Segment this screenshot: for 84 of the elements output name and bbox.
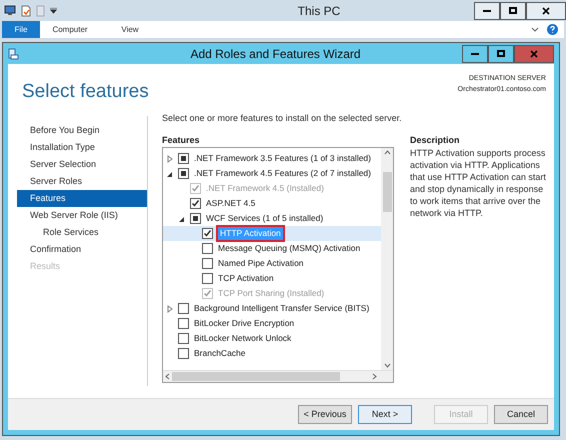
minimize-button[interactable]: [474, 2, 500, 20]
feature-label: BitLocker Drive Encryption: [194, 317, 294, 330]
ribbon-tab[interactable]: View: [100, 21, 160, 38]
checkbox[interactable]: [178, 303, 189, 314]
chevron-down-icon[interactable]: [531, 26, 539, 32]
feature-label: .NET Framework 4.5 Features (2 of 7 installed): [194, 167, 371, 180]
wizard-title: Add Roles and Features Wizard: [189, 46, 362, 62]
close-button[interactable]: [526, 2, 566, 20]
scroll-thumb[interactable]: [382, 172, 392, 212]
ribbon-tab[interactable]: File: [2, 21, 40, 38]
checkbox[interactable]: [190, 213, 201, 224]
feature-label: HTTP Activation: [218, 227, 283, 240]
feature-row[interactable]: Background Intelligent Transfer Service (BITS): [163, 301, 381, 316]
ribbon-tab[interactable]: Computer: [40, 21, 100, 38]
scroll-thumb[interactable]: [172, 372, 340, 381]
wizard-button[interactable]: Cancel: [494, 405, 548, 424]
help-icon[interactable]: [547, 24, 558, 35]
feature-label: ASP.NET 4.5: [206, 197, 256, 210]
wizard-step[interactable]: Before You Begin: [17, 122, 147, 139]
checkbox[interactable]: [178, 153, 189, 164]
wizard-step[interactable]: Features: [17, 190, 147, 207]
checkbox[interactable]: [190, 198, 201, 209]
scroll-down-icon[interactable]: [384, 363, 390, 368]
feature-label: .NET Framework 4.5 (Installed): [206, 182, 324, 195]
feature-label: Named Pipe Activation: [218, 257, 304, 270]
wizard-step[interactable]: Server Selection: [17, 156, 147, 173]
expand-arrow-icon[interactable]: [167, 304, 173, 312]
feature-row[interactable]: Message Queuing (MSMQ) Activation: [163, 241, 381, 256]
collapse-arrow-icon[interactable]: [179, 214, 185, 222]
checkbox[interactable]: [178, 318, 189, 329]
checkbox[interactable]: [202, 243, 213, 254]
feature-row[interactable]: BitLocker Drive Encryption: [163, 316, 381, 331]
scroll-left-icon[interactable]: [165, 373, 170, 380]
expand-arrow-icon[interactable]: [167, 154, 173, 162]
description-label: Description: [410, 134, 461, 147]
feature-label: Background Intelligent Transfer Service (BITS): [194, 302, 370, 315]
computer-icon[interactable]: [4, 5, 16, 16]
close-icon: [530, 50, 538, 58]
wizard-step[interactable]: Role Services: [17, 224, 147, 241]
feature-row[interactable]: ASP.NET 4.5: [163, 196, 381, 211]
wizard-button[interactable]: < Previous: [298, 405, 352, 424]
server-icon: [8, 48, 19, 60]
dropdown-icon[interactable]: [50, 8, 57, 14]
close-button[interactable]: [514, 44, 554, 62]
scroll-right-icon[interactable]: [372, 373, 377, 380]
window-title: This PC: [296, 2, 342, 20]
feature-row[interactable]: BitLocker Network Unlock: [163, 331, 381, 346]
checkbox[interactable]: [202, 258, 213, 269]
page-title: Select features: [21, 80, 147, 104]
feature-label: BitLocker Network Unlock: [194, 332, 292, 345]
feature-row[interactable]: BranchCache: [163, 346, 381, 361]
minimize-button[interactable]: [462, 44, 488, 62]
checkbox[interactable]: [178, 333, 189, 344]
feature-label: .NET Framework 3.5 Features (1 of 3 installed): [194, 152, 371, 165]
wizard-step[interactable]: Installation Type: [17, 139, 147, 156]
feature-row[interactable]: .NET Framework 4.5 Features (2 of 7 installed): [163, 166, 381, 181]
vertical-scrollbar[interactable]: [381, 148, 393, 370]
wizard-step[interactable]: Server Roles: [17, 173, 147, 190]
checkbox[interactable]: [202, 273, 213, 284]
wizard-step[interactable]: Confirmation: [17, 241, 147, 258]
maximize-button[interactable]: [500, 2, 526, 20]
close-icon: [542, 6, 550, 14]
feature-label: WCF Services (1 of 5 installed): [206, 212, 324, 225]
document-icon[interactable]: [21, 4, 31, 16]
features-label: Features: [162, 134, 201, 147]
description-text: HTTP Activation supports process activation via HTTP. Applications that use HTTP Activation can start and stop dynamically in response to work items that arrive over the network via HTTP.: [410, 147, 546, 219]
feature-label: Message Queuing (MSMQ) Activation: [218, 242, 360, 255]
feature-label: TCP Port Sharing (Installed): [218, 287, 324, 300]
feature-row[interactable]: WCF Services (1 of 5 installed): [163, 211, 381, 226]
feature-row[interactable]: Named Pipe Activation: [163, 256, 381, 271]
feature-label: TCP Activation: [218, 272, 274, 285]
maximize-button[interactable]: [488, 44, 514, 62]
wizard-button[interactable]: Next >: [358, 405, 412, 424]
feature-row[interactable]: TCP Activation: [163, 271, 381, 286]
checkbox[interactable]: [178, 348, 189, 359]
scroll-up-icon[interactable]: [384, 150, 390, 155]
feature-label: BranchCache: [194, 347, 246, 360]
collapse-arrow-icon[interactable]: [167, 170, 173, 178]
feature-row[interactable]: .NET Framework 3.5 Features (1 of 3 installed): [163, 151, 381, 166]
wizard-step[interactable]: Web Server Role (IIS): [17, 207, 147, 224]
checkbox[interactable]: [178, 168, 189, 179]
checkbox[interactable]: [202, 228, 213, 239]
instruction-text: Select one or more features to install on the selected server.: [162, 112, 403, 125]
horizontal-scrollbar[interactable]: [163, 370, 393, 382]
